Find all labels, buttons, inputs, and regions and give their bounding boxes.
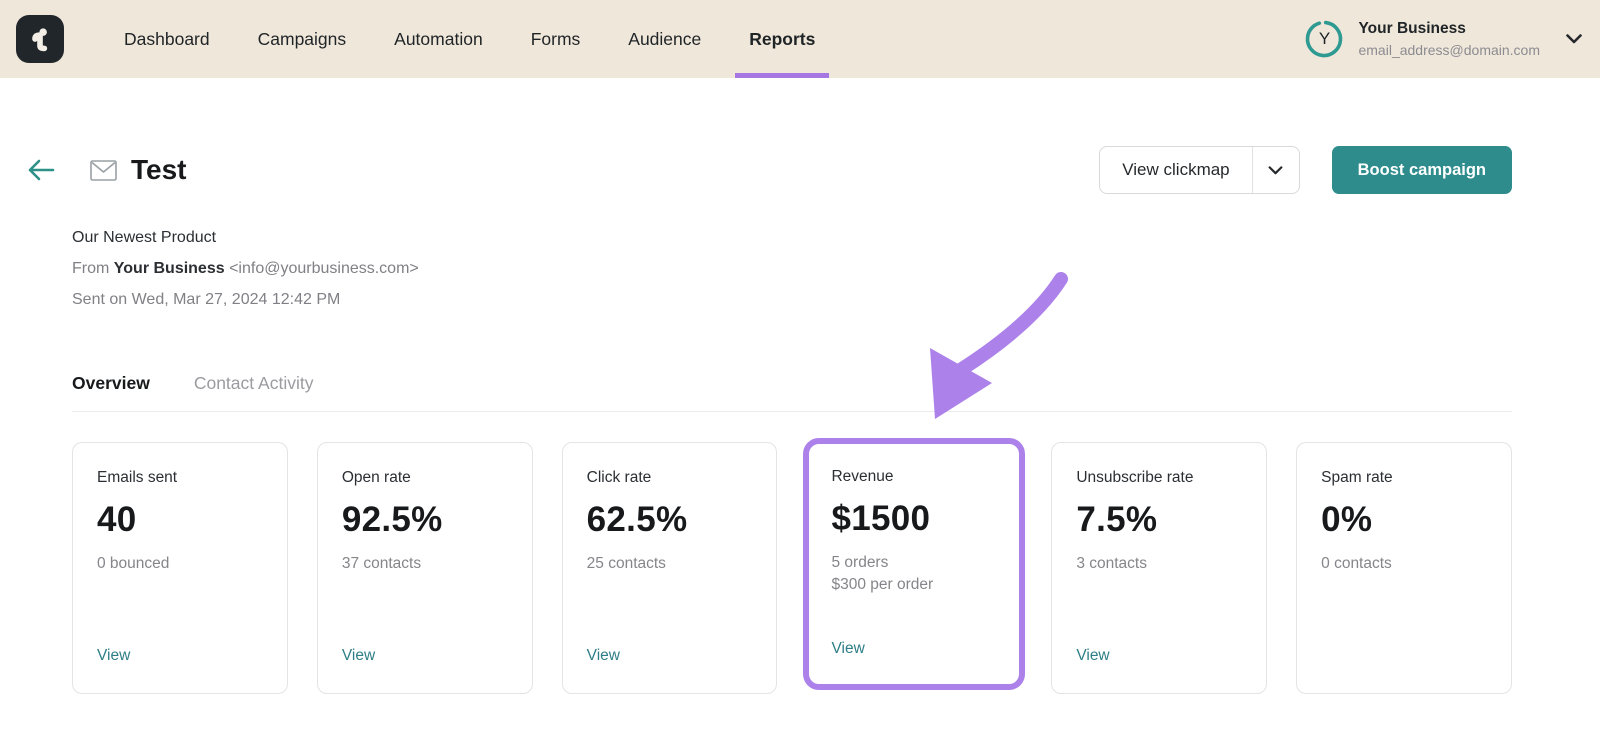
clickmap-dropdown-toggle[interactable] [1253,147,1299,193]
user-name: Your Business [1358,19,1466,37]
stat-label: Revenue [831,468,894,485]
chevron-down-icon [1268,165,1283,174]
stat-label: Click rate [586,469,652,486]
stat-value: $1500 [831,499,931,538]
page-title: Test [131,154,187,185]
stat-subtext-line: 5 orders [831,554,889,571]
campaign-subject: Our Newest Product [72,229,217,246]
user-info: Your Business email_address@domain.com [1358,18,1540,61]
envelope-icon [90,159,117,181]
from-label: From [72,260,110,277]
stat-subtext: 0 contacts [1321,555,1392,572]
main-content: Test View clickmap Boost campaign Our Ne… [0,142,1600,694]
stat-value: 62.5% [586,500,688,539]
stat-card-emails-sent: Emails sent 40 0 bounced View [72,442,288,694]
view-clickmap-button[interactable]: View clickmap [1100,147,1251,193]
tab-overview[interactable]: Overview [72,373,150,394]
stat-card-open-rate: Open rate 92.5% 37 contacts View [316,442,533,694]
from-name: Your Business [113,260,225,277]
stat-subtext-line: $300 per order [831,576,934,593]
stat-subtext: 25 contacts [586,555,666,572]
stat-label: Unsubscribe rate [1076,469,1194,486]
stat-value: 0% [1321,500,1373,539]
nav-item-dashboard[interactable]: Dashboard [122,1,212,78]
campaign-from-line: From Your Business <info@yourbusiness.co… [72,253,1512,284]
nav-item-campaigns[interactable]: Campaigns [256,1,349,78]
view-clickmap-split-button: View clickmap [1099,146,1300,194]
campaign-info: Our Newest Product From Your Business <i… [72,222,1512,315]
stat-card-click-rate: Click rate 62.5% 25 contacts View [561,442,778,694]
avatar: Y [1304,19,1344,59]
nav-item-reports[interactable]: Reports [735,1,830,78]
view-link[interactable]: View [97,647,263,665]
stat-card-spam-rate: Spam rate 0% 0 contacts [1296,442,1512,694]
stat-card-unsubscribe-rate: Unsubscribe rate 7.5% 3 contacts View [1051,442,1268,694]
nav-item-automation[interactable]: Automation [392,1,485,78]
stat-subtext: 37 contacts [341,555,422,572]
header-actions: View clickmap Boost campaign [1099,146,1512,194]
chevron-down-icon[interactable] [1566,34,1582,44]
boost-campaign-button[interactable]: Boost campaign [1331,146,1512,194]
view-link[interactable]: View [1076,647,1242,665]
app-logo[interactable] [16,15,64,63]
user-menu[interactable]: Y Your Business email_address@domain.com [1304,0,1582,78]
from-email: <info@yourbusiness.com> [229,260,419,277]
stat-label: Emails sent [97,469,178,486]
top-navigation: Dashboard Campaigns Automation Forms Aud… [0,0,1600,78]
nav-item-audience[interactable]: Audience [626,1,703,78]
back-arrow-icon [28,159,55,181]
stats-cards: Emails sent 40 0 bounced View Open rate … [72,438,1512,694]
view-link[interactable]: View [587,647,753,665]
page-header: Test View clickmap Boost campaign [28,142,1512,198]
stat-value: 92.5% [341,500,443,539]
stat-label: Open rate [341,469,411,486]
stat-card-revenue-highlighted: Revenue $1500 5 orders $300 per order Vi… [803,438,1026,690]
campaign-sent-line: Sent on Wed, Mar 27, 2024 12:42 PM [72,291,341,308]
stat-value: 7.5% [1076,500,1158,539]
report-tabs: Overview Contact Activity [72,373,1512,412]
stat-subtext: 5 orders $300 per order [831,552,997,596]
view-link[interactable]: View [831,640,997,658]
stat-subtext: 3 contacts [1076,555,1147,572]
tab-contact-activity[interactable]: Contact Activity [194,373,314,394]
stat-label: Spam rate [1321,469,1393,486]
back-button[interactable] [20,151,62,189]
avatar-initial: Y [1318,29,1331,48]
stat-value: 40 [97,500,137,539]
stat-subtext: 0 bounced [97,555,170,572]
nav-item-forms[interactable]: Forms [529,1,583,78]
nav-links: Dashboard Campaigns Automation Forms Aud… [122,1,830,78]
logo-person-icon [32,28,48,52]
user-email: email_address@domain.com [1358,42,1540,59]
view-link[interactable]: View [342,647,508,665]
